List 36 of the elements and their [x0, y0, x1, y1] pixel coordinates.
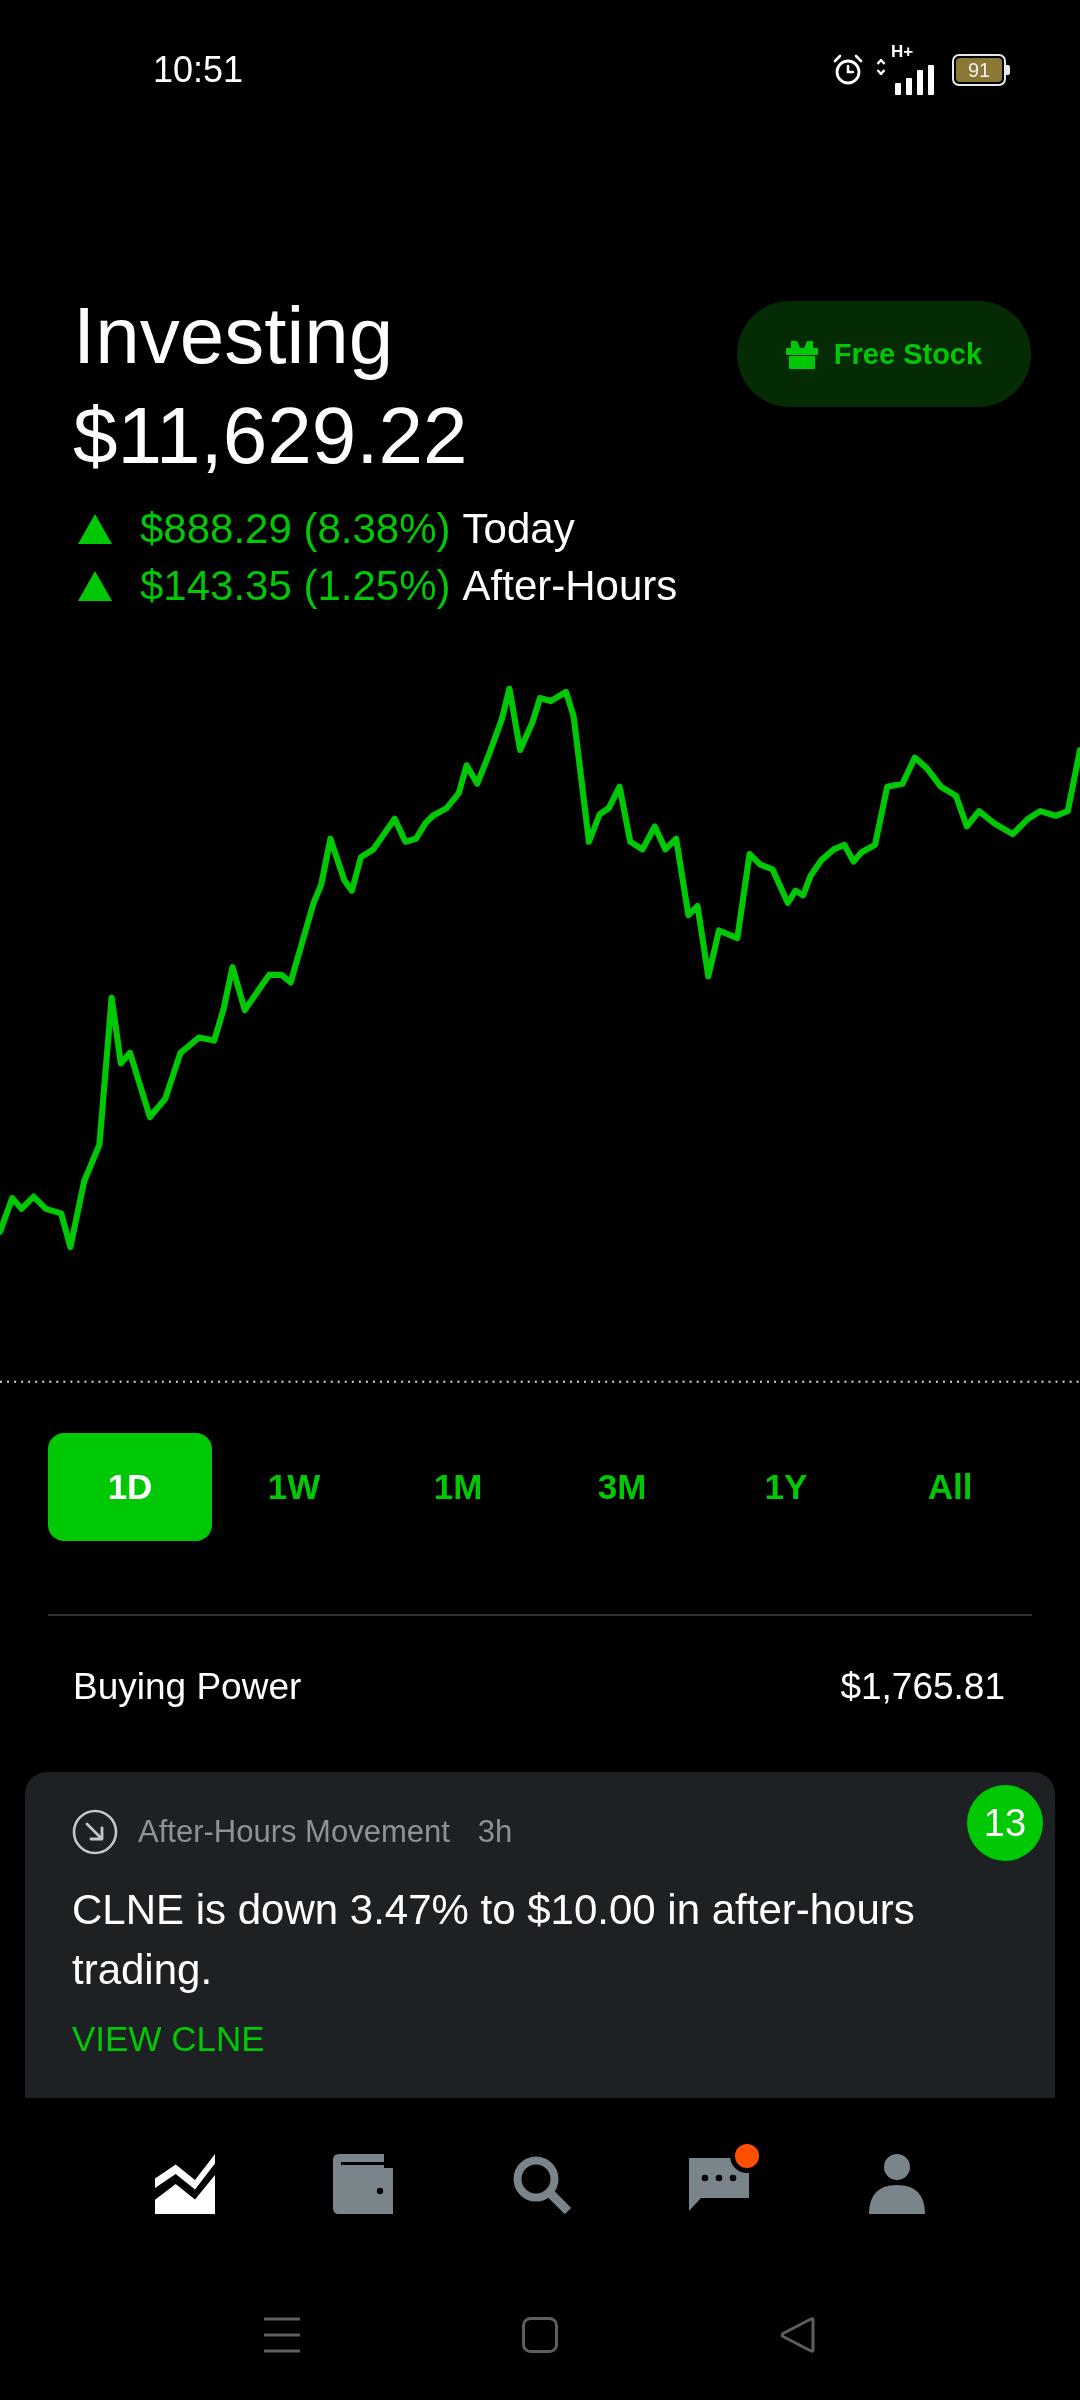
- card-message: CLNE is down 3.47% to $10.00 in after-hours trading.: [72, 1885, 916, 1995]
- up-triangle-icon: [78, 570, 112, 601]
- change-amount: $888.29 (8.38%): [140, 503, 451, 554]
- view-stock-link[interactable]: VIEW CLNE: [72, 2014, 265, 2064]
- free-stock-button[interactable]: Free Stock: [737, 301, 1031, 407]
- range-tab[interactable]: 1M: [376, 1433, 540, 1541]
- search-icon[interactable]: [511, 2154, 571, 2214]
- range-tab[interactable]: 1Y: [704, 1433, 868, 1541]
- home-square-icon[interactable]: [522, 2317, 558, 2353]
- range-tab[interactable]: All: [868, 1433, 1032, 1541]
- buying-power-label: Buying Power: [73, 1665, 302, 1709]
- count-badge: 13: [967, 1785, 1043, 1861]
- network-type: H+: [891, 43, 914, 61]
- card-age: 3h: [477, 1813, 513, 1851]
- menu-icon[interactable]: [264, 2317, 300, 2353]
- up-triangle-icon: [78, 513, 112, 544]
- range-tab[interactable]: 1W: [212, 1433, 376, 1541]
- buying-power-value: $1,765.81: [840, 1665, 1005, 1709]
- news-card[interactable]: After-Hours Movement 3h CLNE is down 3.47% to $10.00 in after-hours trading. VIEW CLNE 13: [25, 1772, 1055, 2098]
- gift-icon: [785, 339, 818, 369]
- change-period: Today: [462, 503, 575, 554]
- page-title: Investing: [73, 290, 395, 382]
- person-icon[interactable]: [867, 2154, 927, 2214]
- back-triangle-icon[interactable]: [780, 2317, 816, 2353]
- card-category: After-Hours Movement: [138, 1813, 450, 1851]
- portfolio-value: $11,629.22: [73, 390, 469, 482]
- battery-indicator: 91: [952, 54, 1010, 86]
- change-amount: $143.35 (1.25%): [140, 560, 451, 611]
- alarm-clock-icon: [832, 54, 864, 86]
- data-arrows-icon: [876, 58, 886, 76]
- wallet-icon[interactable]: [333, 2154, 393, 2214]
- status-time: 10:51: [153, 50, 244, 90]
- range-tab[interactable]: 3M: [540, 1433, 704, 1541]
- change-period: After-Hours: [462, 560, 678, 611]
- signal-bars-icon: [895, 65, 934, 95]
- line-chart-icon[interactable]: [155, 2154, 215, 2214]
